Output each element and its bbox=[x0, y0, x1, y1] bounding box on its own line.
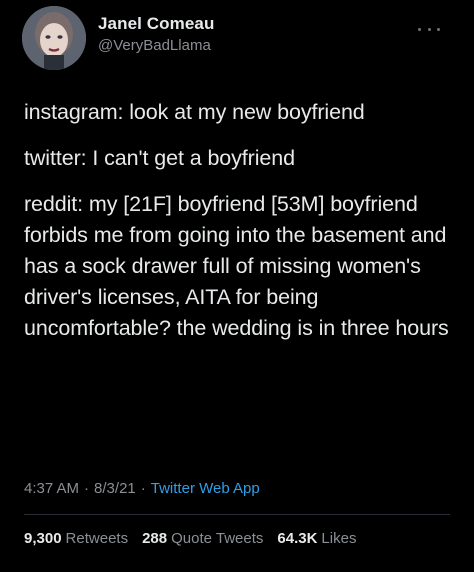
quote-tweets-count: 288 bbox=[142, 530, 168, 547]
retweets-label: Retweets bbox=[65, 530, 129, 547]
avatar[interactable] bbox=[22, 6, 86, 70]
quote-tweets-label: Quote Tweets bbox=[171, 530, 264, 547]
meta-separator: · bbox=[84, 480, 90, 497]
tweet-source-app[interactable]: Twitter Web App bbox=[151, 480, 260, 497]
likes-label: Likes bbox=[321, 530, 357, 547]
tweet-stats: 9,300 Retweets 288 Quote Tweets 64.3K Likes bbox=[24, 530, 370, 547]
tweet-meta: 4:37 AM · 8/3/21 · Twitter Web App bbox=[24, 480, 260, 497]
tweet-date[interactable]: 8/3/21 bbox=[94, 480, 136, 497]
more-horizontal-icon[interactable] bbox=[418, 24, 440, 34]
author-handle[interactable]: @VeryBadLlama bbox=[98, 37, 211, 54]
author-display-name[interactable]: Janel Comeau bbox=[98, 14, 214, 34]
retweets-count: 9,300 bbox=[24, 530, 62, 547]
dot bbox=[437, 27, 440, 31]
tweet-text: instagram: look at my new boyfriend twit… bbox=[24, 97, 454, 359]
dot bbox=[418, 27, 421, 31]
tweet-paragraph: reddit: my [21F] boyfriend [53M] boyfrie… bbox=[24, 192, 453, 340]
dot bbox=[427, 27, 431, 31]
profile-photo-icon bbox=[22, 6, 86, 70]
tweet-time[interactable]: 4:37 AM bbox=[24, 480, 79, 497]
likes-count: 64.3K bbox=[277, 530, 318, 547]
quote-tweets-stat[interactable]: 288 Quote Tweets bbox=[142, 530, 263, 547]
tweet-paragraph: twitter: I can't get a boyfriend bbox=[24, 146, 295, 170]
likes-stat[interactable]: 64.3K Likes bbox=[277, 530, 356, 547]
tweet-card: Janel Comeau @VeryBadLlama instagram: lo… bbox=[0, 0, 474, 572]
divider bbox=[24, 514, 450, 515]
retweets-stat[interactable]: 9,300 Retweets bbox=[24, 530, 128, 547]
meta-separator: · bbox=[140, 480, 146, 497]
tweet-paragraph: instagram: look at my new boyfriend bbox=[24, 100, 365, 124]
